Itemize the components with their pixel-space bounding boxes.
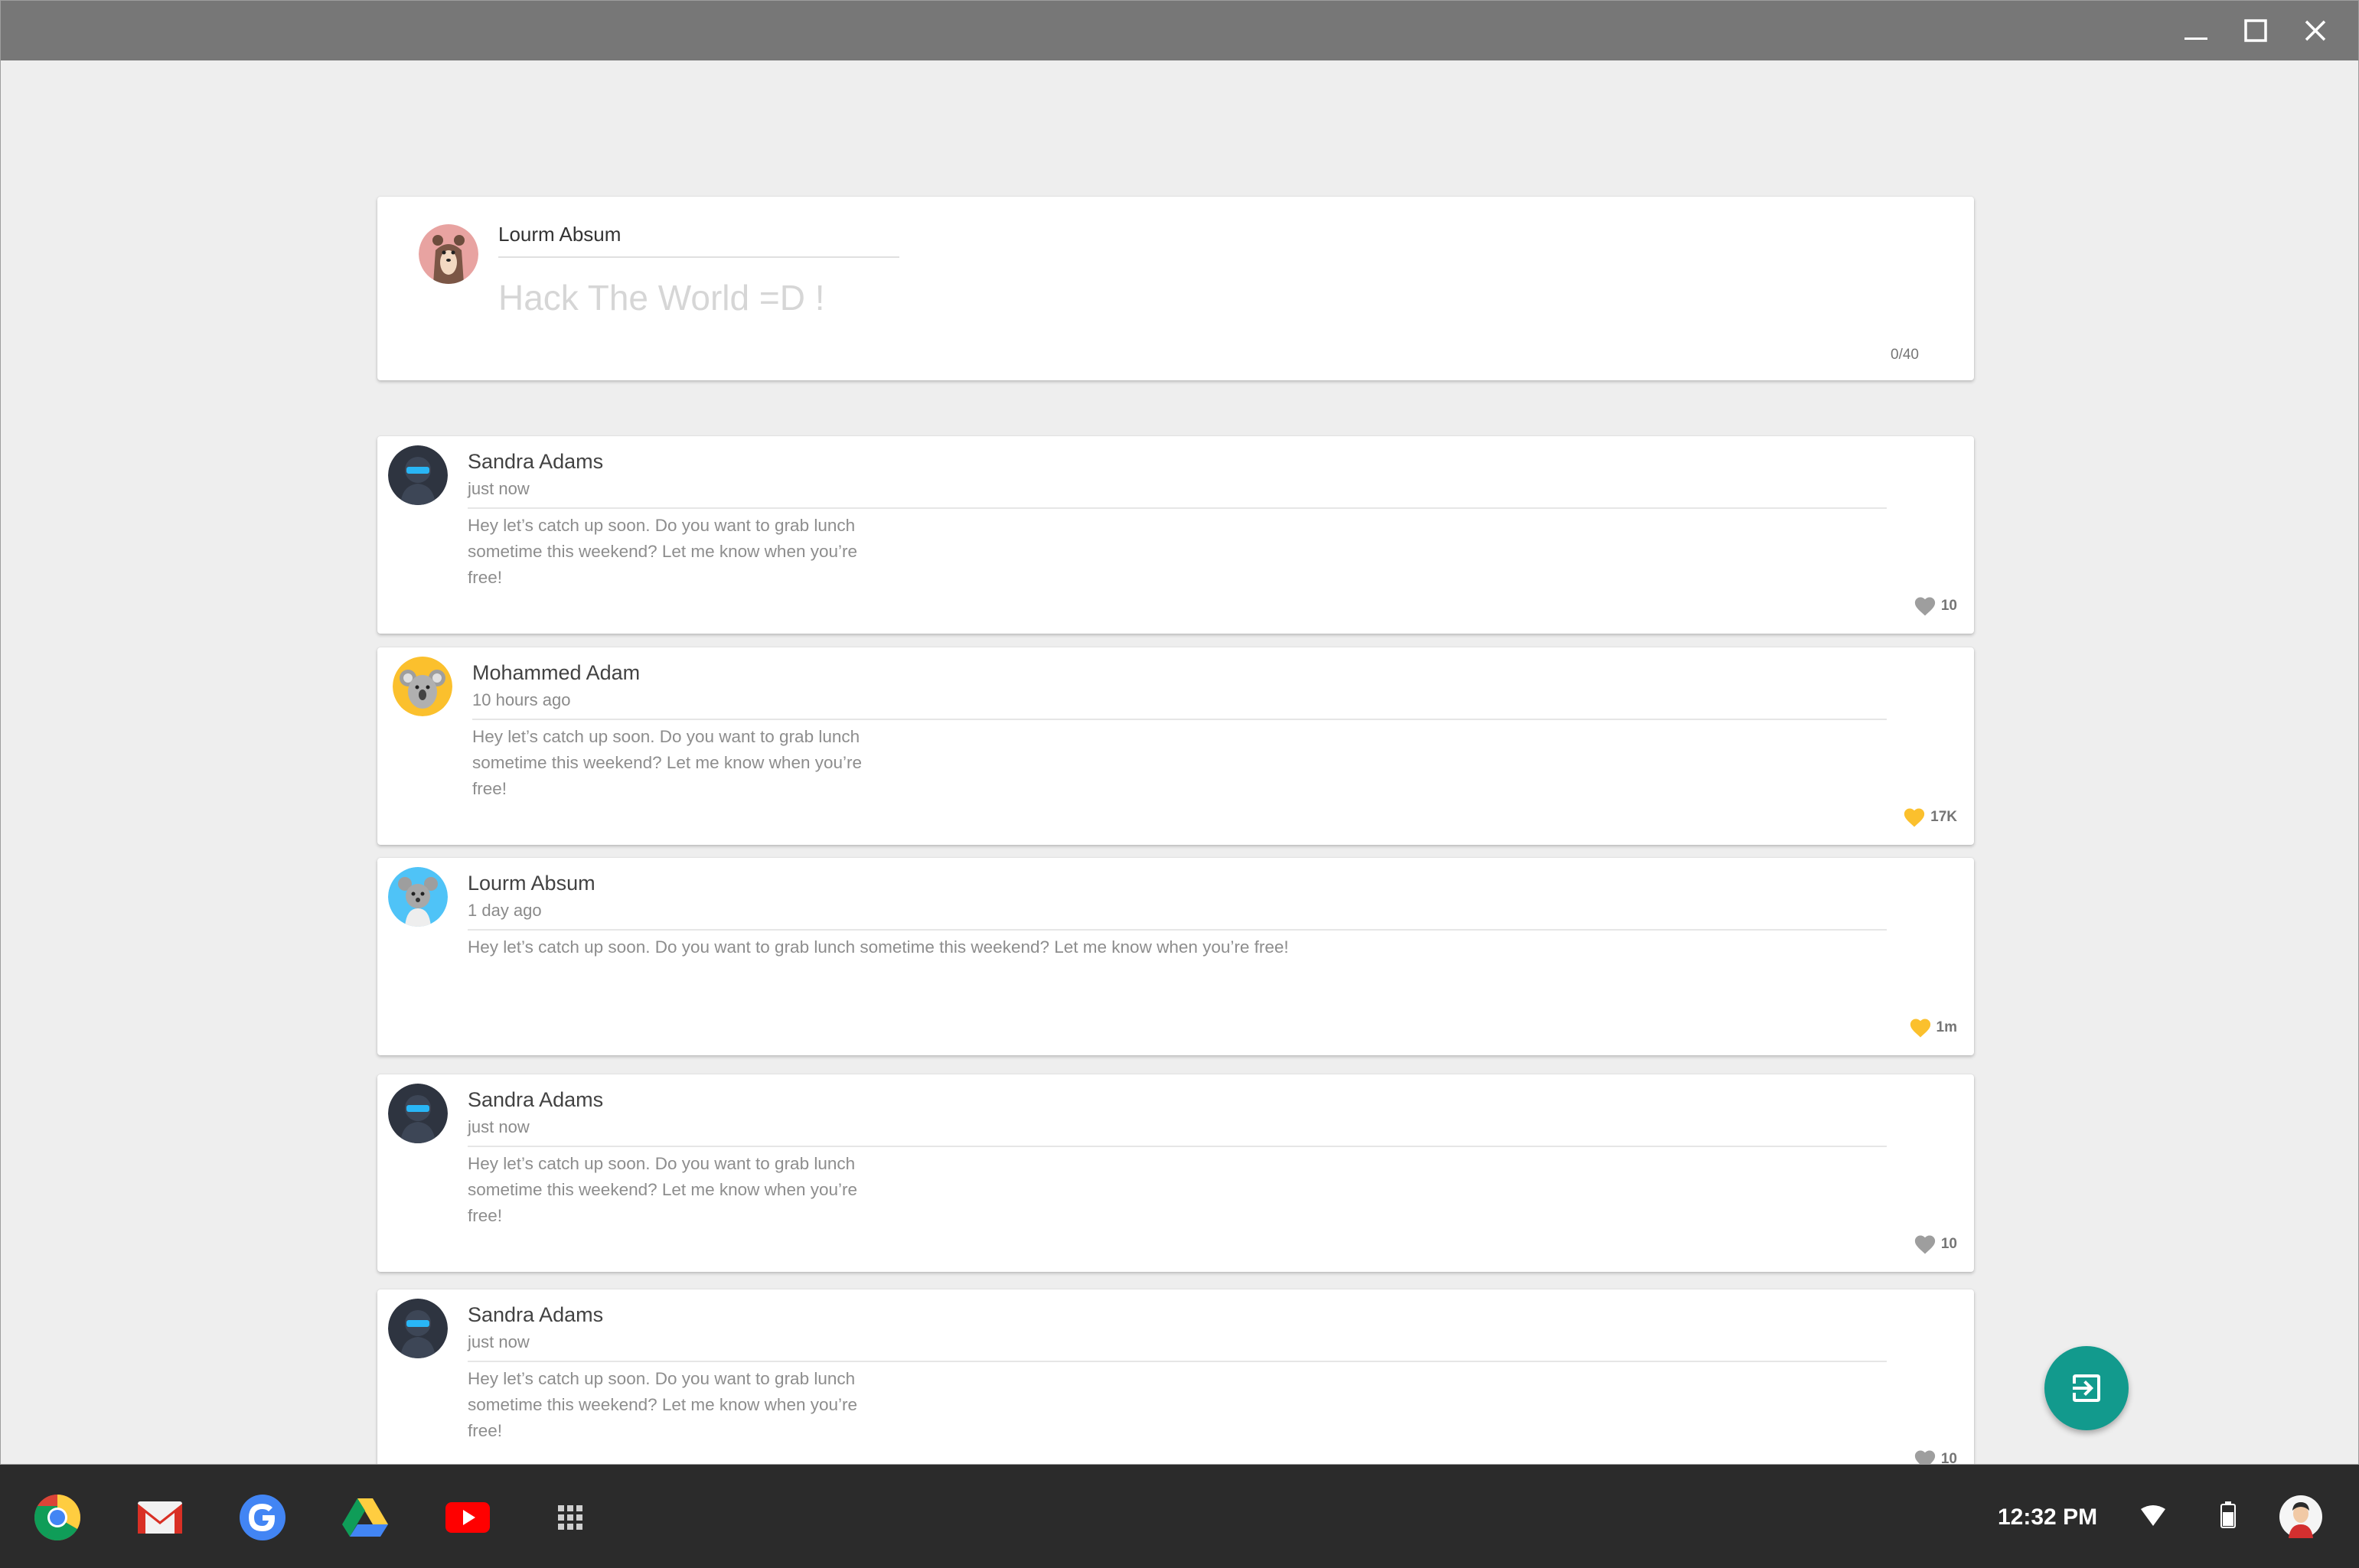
title-bar: [1, 1, 2358, 60]
wifi-icon[interactable]: [2140, 1504, 2166, 1527]
like-button[interactable]: 10: [1914, 1234, 1957, 1255]
post-card: Sandra Adams just now Hey let’s catch up…: [377, 1289, 1974, 1465]
like-button[interactable]: 17K: [1903, 807, 1957, 828]
character-counter: 0/40: [1891, 347, 1919, 363]
post-composer: Lourm Absum 0/40: [377, 197, 1974, 380]
gmail-icon[interactable]: [135, 1492, 185, 1543]
close-button[interactable]: [2294, 11, 2337, 50]
post-body: Hey let’s catch up soon. Do you want to …: [468, 1154, 858, 1225]
post-author: Sandra Adams: [468, 1303, 604, 1326]
heart-icon: [1914, 597, 1935, 616]
chrome-icon[interactable]: [32, 1492, 83, 1543]
user-avatar[interactable]: [2279, 1495, 2322, 1538]
like-count: 10: [1940, 598, 1957, 614]
composer-divider: [498, 256, 899, 258]
heart-icon: [1914, 1235, 1935, 1254]
post-divider: [468, 929, 1887, 931]
post-timestamp: just now: [468, 479, 530, 498]
close-icon: [2305, 20, 2326, 41]
ninja-avatar-icon: [388, 1299, 448, 1358]
drive-icon[interactable]: [340, 1492, 390, 1543]
post-author: Lourm Absum: [468, 872, 595, 895]
shelf: 12:32 PM: [0, 1465, 2359, 1568]
like-count: 17K: [1930, 809, 1957, 825]
like-count: 10: [1940, 1236, 1957, 1252]
like-count: 1m: [1936, 1019, 1957, 1035]
post-author: Sandra Adams: [468, 450, 604, 473]
post-timestamp: just now: [468, 1117, 530, 1136]
post-divider: [472, 719, 1887, 720]
app-content: Lourm Absum 0/40 Sandra Adams just now H…: [1, 60, 2358, 1464]
avatar: [388, 1299, 448, 1358]
maximize-button[interactable]: [2234, 11, 2277, 50]
heart-icon: [1914, 1450, 1935, 1464]
battery-icon[interactable]: [2220, 1501, 2237, 1529]
heart-icon: [1910, 1019, 1930, 1038]
minimize-icon: [2184, 37, 2207, 40]
post-timestamp: 10 hours ago: [472, 690, 571, 709]
koala-avatar-icon: [393, 657, 452, 716]
post-body: Hey let’s catch up soon. Do you want to …: [468, 1369, 858, 1440]
avatar: [388, 1084, 448, 1143]
post-card: Sandra Adams just now Hey let’s catch up…: [377, 436, 1974, 634]
like-count: 10: [1940, 1451, 1957, 1465]
post-body: Hey let’s catch up soon. Do you want to …: [472, 727, 863, 798]
post-body: Hey let’s catch up soon. Do you want to …: [468, 516, 858, 587]
post-body: Hey let’s catch up soon. Do you want to …: [468, 937, 1289, 957]
like-button[interactable]: 10: [1914, 1449, 1957, 1465]
ninja-avatar-icon: [388, 445, 448, 505]
app-launcher-icon[interactable]: [545, 1492, 595, 1543]
app-window: Lourm Absum 0/40 Sandra Adams just now H…: [0, 0, 2359, 1465]
post-card: Sandra Adams just now Hey let’s catch up…: [377, 1074, 1974, 1272]
avatar: [388, 867, 448, 927]
minimize-button[interactable]: [2175, 11, 2217, 50]
avatar: [388, 445, 448, 505]
post-card: Mohammed Adam 10 hours ago Hey let’s cat…: [377, 647, 1974, 845]
maximize-icon: [2244, 19, 2267, 42]
post-author: Sandra Adams: [468, 1088, 604, 1111]
like-button[interactable]: 1m: [1909, 1017, 1957, 1038]
post-divider: [468, 1361, 1887, 1362]
avatar: [393, 657, 452, 716]
post-input[interactable]: [498, 275, 1570, 321]
like-button[interactable]: 10: [1914, 595, 1957, 617]
avatar: [419, 224, 478, 284]
mouse-avatar-icon: [388, 867, 448, 927]
exit-to-app-button[interactable]: [2044, 1346, 2129, 1430]
post-timestamp: 1 day ago: [468, 901, 542, 920]
post-timestamp: just now: [468, 1332, 530, 1351]
heart-icon: [1904, 808, 1925, 827]
post-author: Mohammed Adam: [472, 661, 641, 684]
bear-avatar-icon: [419, 224, 478, 284]
composer-user-name: Lourm Absum: [498, 223, 622, 246]
youtube-icon[interactable]: [442, 1492, 493, 1543]
post-divider: [468, 507, 1887, 509]
clock[interactable]: 12:32 PM: [1998, 1504, 2097, 1531]
post-card: Lourm Absum 1 day ago Hey let’s catch up…: [377, 858, 1974, 1055]
exit-to-app-icon: [2073, 1374, 2100, 1402]
google-icon[interactable]: [237, 1492, 288, 1543]
ninja-avatar-icon: [388, 1084, 448, 1143]
post-divider: [468, 1146, 1887, 1147]
